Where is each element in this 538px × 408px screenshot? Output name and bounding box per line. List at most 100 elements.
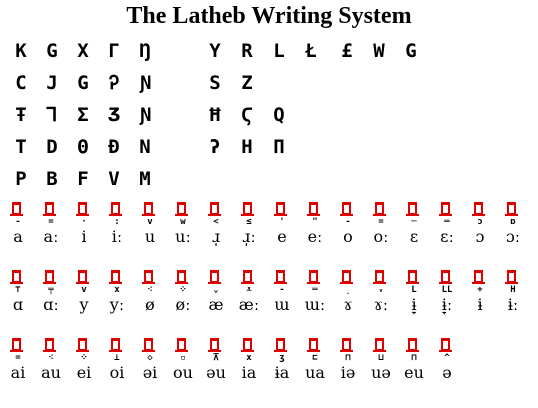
vowel-carrier-glyph	[43, 338, 56, 352]
vowel-diacritic: ɒ	[510, 217, 516, 227]
vowel-carrier-glyph	[307, 338, 320, 352]
consonant-glyph: S	[209, 72, 221, 94]
vowel-carrier-glyph	[274, 202, 287, 216]
consonant-glyph: W	[373, 40, 385, 62]
vowel-carrier-glyph	[10, 202, 23, 216]
vowel-diacritic: ─	[411, 217, 417, 227]
vowel-carrier-glyph	[406, 202, 419, 216]
vowel-diacritic: x	[246, 353, 252, 363]
vowel-carrier-glyph	[76, 338, 89, 352]
vowel-diacritic: H	[510, 285, 516, 295]
vowel-carrier-glyph	[175, 270, 188, 284]
vowel-cell: w uː	[172, 202, 194, 260]
vowel-diacritic: =	[48, 217, 54, 227]
vowel-cell: : iː	[106, 202, 128, 260]
vowel-cell: ˯ ɤ	[337, 270, 359, 328]
vowel-diacritic: ═	[312, 285, 318, 295]
vowel-carrier-glyph	[142, 202, 155, 216]
vowel-cell: " eː	[304, 202, 326, 260]
vowel-cell: ⊏ ua	[304, 338, 326, 396]
vowel-carrier-glyph	[307, 202, 320, 216]
vowel-carrier-glyph	[373, 202, 386, 216]
vowel-carrier-glyph	[241, 338, 254, 352]
vowel-cell: ⊓ eu	[403, 338, 425, 396]
consonant-glyph: Ɲ	[139, 104, 151, 126]
vowel-diacritic: ═	[444, 217, 450, 227]
consonant-glyph: Ŋ	[139, 40, 151, 62]
consonant-glyph: Đ	[108, 136, 120, 158]
vowel-carrier-glyph	[340, 338, 353, 352]
vowel-cell: ▫ ou	[172, 338, 194, 396]
vowel-diacritic: ⁘	[80, 353, 88, 363]
vowel-cell: ⁖ ø	[139, 270, 161, 328]
consonant-glyph: G	[77, 72, 89, 94]
vowel-diacritic: "	[312, 217, 318, 227]
vowel-carrier-glyph	[241, 202, 254, 216]
vowel-carrier-glyph	[208, 270, 221, 284]
vowel-carrier-glyph	[142, 338, 155, 352]
vowel-diacritic: ⩡	[246, 285, 252, 295]
consonant-glyph: R	[241, 40, 253, 62]
vowel-diacritic: x	[114, 285, 120, 295]
vowel-diacritic: -	[279, 285, 285, 295]
consonant-glyph: T	[15, 136, 27, 158]
vowel-diacritic: ⌄	[213, 285, 219, 295]
consonant-glyph: ʔ	[209, 136, 221, 158]
vowel-cell: ⌄ æ	[205, 270, 227, 328]
vowel-carrier-glyph	[274, 270, 287, 284]
vowel-carrier-glyph	[208, 202, 221, 216]
vowel-carrier-glyph	[175, 338, 188, 352]
vowel-diacritic: ⊔	[378, 353, 384, 363]
vowel-carrier-glyph	[76, 202, 89, 216]
vowel-diacritic: -	[15, 217, 21, 227]
vowel-diacritic: '	[279, 217, 285, 227]
consonant-glyph: G	[405, 40, 417, 62]
vowel-diacritic: =	[15, 353, 21, 363]
vowel-carrier-glyph	[439, 202, 452, 216]
vowel-cell: vu	[139, 202, 161, 260]
vowel-cell: ◇ əi	[139, 338, 161, 396]
vowel-diacritic: ʒ	[279, 353, 285, 363]
vowel-diacritic: LL	[441, 285, 453, 295]
vowel-cell: -o	[337, 202, 359, 260]
consonant-glyph: Ꭾ	[109, 72, 119, 94]
consonant-glyph: P	[15, 168, 27, 190]
vowel-diacritic: ·	[81, 217, 87, 227]
vowel-carrier-glyph	[76, 270, 89, 284]
vowel-cell: ╤ ɑː	[40, 270, 62, 328]
vowel-diacritic: ᵥ	[378, 285, 384, 295]
vowel-cell: ═ ɛː	[436, 202, 458, 260]
vowel-cell: ⊼ əu	[205, 338, 227, 396]
vowel-cell: ⊓ iə	[337, 338, 359, 396]
consonant-glyph: G	[46, 40, 58, 62]
vowel-carrier-glyph	[109, 270, 122, 284]
vowel-carrier-glyph	[505, 202, 518, 216]
vowel-carrier-glyph	[274, 338, 287, 352]
consonant-glyph: Ŧ	[15, 104, 27, 126]
vowel-carrier-glyph	[241, 270, 254, 284]
consonant-glyph: K	[15, 40, 27, 62]
vowel-carrier-glyph	[439, 338, 452, 352]
consonant-glyph: Ħ	[209, 104, 221, 126]
consonant-glyph: Ɲ	[139, 72, 151, 94]
vowel-cell: = aː	[40, 202, 62, 260]
vowel-carrier-glyph	[142, 270, 155, 284]
vowel-cell: ≤ ɹ̩ː	[238, 202, 260, 260]
vowel-cell: vy	[73, 270, 95, 328]
vowel-diacritic: v	[81, 285, 87, 295]
consonant-glyph: Ʒ	[108, 104, 120, 126]
vowel-carrier-glyph	[340, 270, 353, 284]
consonant-glyph: Q	[273, 104, 285, 126]
vowel-diacritic: ⊓	[411, 353, 417, 363]
vowel-carrier-glyph	[505, 270, 518, 284]
vowel-cell: Hɨː	[502, 270, 524, 328]
vowel-cell: ^ ə	[436, 338, 458, 396]
vowel-diacritic: +	[477, 285, 483, 295]
vowel-carrier-glyph	[307, 270, 320, 284]
vowel-carrier-glyph	[10, 270, 23, 284]
vowel-diacritic: ⊓	[345, 353, 351, 363]
consonant-glyph: C	[15, 72, 27, 94]
vowel-cell: ─ ɛ	[403, 202, 425, 260]
vowel-diacritic: ╤	[48, 285, 54, 295]
vowel-cell: -a	[7, 202, 29, 260]
